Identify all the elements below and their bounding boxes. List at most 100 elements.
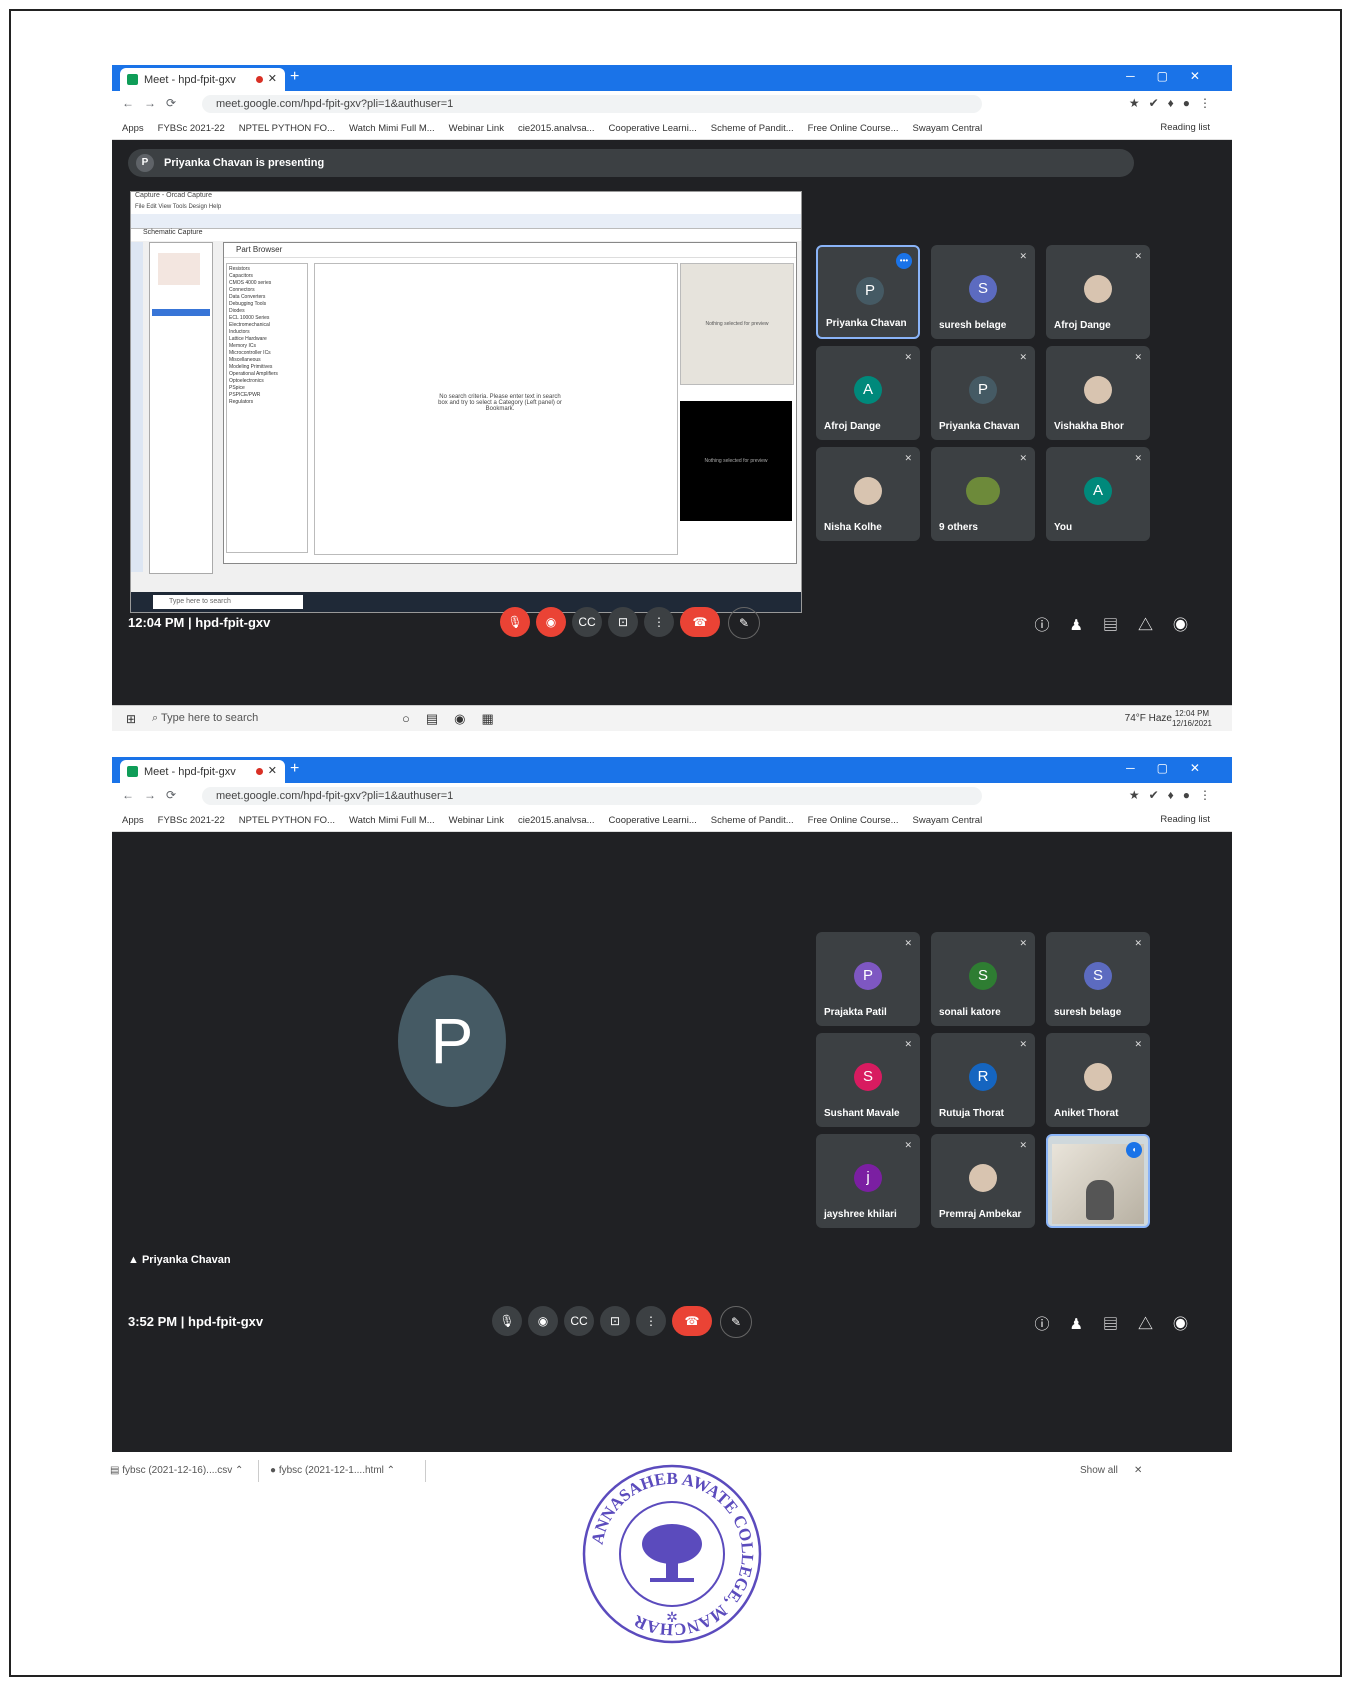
participant-photo (854, 477, 882, 505)
presenting-text: Priyanka Chavan is presenting (164, 157, 325, 169)
category-item: Capacitors (229, 273, 253, 279)
participant-grid: ••• P Priyanka Chavan ✕ Ssuresh belage ✕ Afroj… (816, 245, 1150, 545)
bookmark[interactable]: Webinar Link (449, 815, 504, 826)
participant-tile[interactable]: ✕ A You (1046, 447, 1150, 541)
window-controls[interactable]: ─▢✕ (1126, 69, 1222, 83)
captions-icon[interactable]: CC (572, 607, 602, 637)
results-panel: No search criteria. Please enter text in… (314, 263, 678, 555)
window-controls[interactable]: ─▢✕ (1126, 761, 1222, 775)
taskbar-search[interactable]: ⌕ Type here to search (152, 712, 258, 725)
camera-icon[interactable]: ◉ (528, 1306, 558, 1336)
end-call-button[interactable]: ☎ (672, 1306, 712, 1336)
meet-screenshot-1: Meet - hpd-fpit-gxv ✕ + ─▢✕ ←→⟳ meet.goo… (112, 65, 1232, 731)
camera-off-icon[interactable]: ◉ (536, 607, 566, 637)
bookmark[interactable]: FYBSc 2021-22 (158, 815, 225, 826)
participant-tile[interactable]: ✕ Ssuresh belage (1046, 932, 1150, 1026)
bookmark[interactable]: Watch Mimi Full M... (349, 815, 435, 826)
extension-icons[interactable]: ★✔♦●⋮ (1129, 788, 1220, 802)
close-icon[interactable]: ✕ (1134, 1465, 1142, 1476)
bookmark[interactable]: cie2015.analvsa... (518, 123, 595, 134)
participant-tile[interactable]: ✕ Afroj Dange (1046, 245, 1150, 339)
close-tab-icon[interactable]: ✕ (268, 72, 277, 85)
pen-icon[interactable]: ✎ (720, 1306, 752, 1338)
participant-tile[interactable]: ✕ R Rutuja Thorat (931, 1033, 1035, 1127)
show-all-button[interactable]: Show all (1080, 1465, 1118, 1476)
bookmark[interactable]: Cooperative Learni... (609, 123, 697, 134)
extension-icons[interactable]: ★✔♦●⋮ (1129, 96, 1220, 110)
meet-side-icons[interactable]: ⓘ♟▤△◉ (1035, 614, 1208, 635)
end-call-button[interactable]: ☎ (680, 607, 720, 637)
mic-muted-icon: ✕ (1134, 453, 1142, 463)
bookmark[interactable]: Free Online Course... (808, 815, 899, 826)
mic-off-icon[interactable]: 🎙 (500, 607, 530, 637)
participant-tile[interactable]: ✕ P Priyanka Chavan (931, 346, 1035, 440)
participant-name: You (1054, 522, 1073, 533)
meet-side-icons[interactable]: ⓘ♟▤△◉ (1035, 1313, 1208, 1334)
present-icon[interactable]: ⊡ (608, 607, 638, 637)
close-tab-icon[interactable]: ✕ (268, 764, 277, 777)
participant-tile[interactable]: ✕ Vishakha Bhor (1046, 346, 1150, 440)
mic-muted-icon: ✕ (904, 1140, 912, 1150)
participant-tile[interactable]: ✕ Aniket Thorat (1046, 1033, 1150, 1127)
participant-tile[interactable]: ✕ 9 others (931, 447, 1035, 541)
more-options-icon[interactable]: ••• (896, 253, 912, 269)
url-field[interactable]: meet.google.com/hpd-fpit-gxv?pli=1&authu… (202, 95, 982, 113)
bookmark[interactable]: Swayam Central (913, 123, 983, 134)
bookmark[interactable]: Free Online Course... (808, 123, 899, 134)
browser-tab[interactable]: Meet - hpd-fpit-gxv ✕ (120, 760, 285, 783)
bookmark[interactable]: NPTEL PYTHON FO... (239, 123, 335, 134)
participant-tile[interactable]: ✕ j jayshree khilari (816, 1134, 920, 1228)
more-options-icon[interactable]: ⋮ (644, 607, 674, 637)
captions-icon[interactable]: CC (564, 1306, 594, 1336)
bookmark[interactable]: Apps (122, 815, 144, 826)
participant-name: Vishakha Bhor (1054, 421, 1124, 432)
reading-list[interactable]: Reading list (1160, 122, 1210, 133)
windows-start-icon[interactable]: ⊞ (126, 712, 136, 726)
mic-icon[interactable]: 🎙 (492, 1306, 522, 1336)
meet-screenshot-2: Meet - hpd-fpit-gxv ✕ + ─▢✕ ←→⟳ meet.goo… (112, 757, 1232, 1452)
participant-tile[interactable]: ••• P Priyanka Chavan (816, 245, 920, 339)
bookmark[interactable]: Webinar Link (449, 123, 504, 134)
browser-tab[interactable]: Meet - hpd-fpit-gxv ✕ (120, 68, 285, 91)
participant-photo (1084, 275, 1112, 303)
category-item: Modeling Primitives (229, 364, 273, 370)
category-item: Operational Amplifiers (229, 371, 278, 377)
bookmark[interactable]: Watch Mimi Full M... (349, 123, 435, 134)
pen-icon[interactable]: ✎ (728, 607, 760, 639)
participant-tile[interactable]: ✕ Ssonali katore (931, 932, 1035, 1026)
participant-tile[interactable]: ✕ Nisha Kolhe (816, 447, 920, 541)
participant-tile[interactable]: ✕ S Sushant Mavale (816, 1033, 920, 1127)
participant-name: Priyanka Chavan (826, 318, 907, 329)
participant-tile[interactable]: ◖ (1046, 1134, 1150, 1228)
participant-tile[interactable]: ✕ Ssuresh belage (931, 245, 1035, 339)
mic-muted-icon: ✕ (1019, 1140, 1027, 1150)
taskbar-apps[interactable]: ○▤◉▦ (402, 711, 510, 727)
participant-tile[interactable]: ✕ P Prajakta Patil (816, 932, 920, 1026)
reading-list[interactable]: Reading list (1160, 814, 1210, 825)
category-item: Regulators (229, 399, 254, 405)
address-bar: ←→⟳ meet.google.com/hpd-fpit-gxv?pli=1&a… (112, 91, 1232, 117)
bookmark[interactable]: Swayam Central (913, 815, 983, 826)
url-field[interactable]: meet.google.com/hpd-fpit-gxv?pli=1&authu… (202, 787, 982, 805)
bookmark[interactable]: cie2015.analvsa... (518, 815, 595, 826)
bookmark[interactable]: Cooperative Learni... (609, 815, 697, 826)
new-tab-icon[interactable]: + (290, 760, 299, 778)
participant-tile[interactable]: ✕ Premraj Ambekar (931, 1134, 1035, 1228)
speaker-avatar: P (398, 975, 506, 1107)
more-options-icon[interactable]: ⋮ (636, 1306, 666, 1336)
category-item: Electromechanical (229, 322, 270, 328)
bookmark[interactable]: FYBSc 2021-22 (158, 123, 225, 134)
participant-tile[interactable]: ✕ A Afroj Dange (816, 346, 920, 440)
bookmark[interactable]: Scheme of Pandit... (711, 815, 794, 826)
bookmark[interactable]: Scheme of Pandit... (711, 123, 794, 134)
mic-muted-icon: ✕ (1019, 1039, 1027, 1049)
participant-avatar: S (969, 275, 997, 303)
present-icon[interactable]: ⊡ (600, 1306, 630, 1336)
nav-buttons[interactable]: ←→⟳ (122, 788, 186, 802)
nav-buttons[interactable]: ←→⟳ (122, 96, 186, 110)
new-tab-icon[interactable]: + (290, 68, 299, 86)
download-item[interactable]: ● fybsc (2021-12-1....html ⌃ (270, 1465, 395, 1476)
bookmark[interactable]: NPTEL PYTHON FO... (239, 815, 335, 826)
bookmark[interactable]: Apps (122, 123, 144, 134)
download-item[interactable]: ▤ fybsc (2021-12-16)....csv ⌃ (110, 1465, 243, 1476)
